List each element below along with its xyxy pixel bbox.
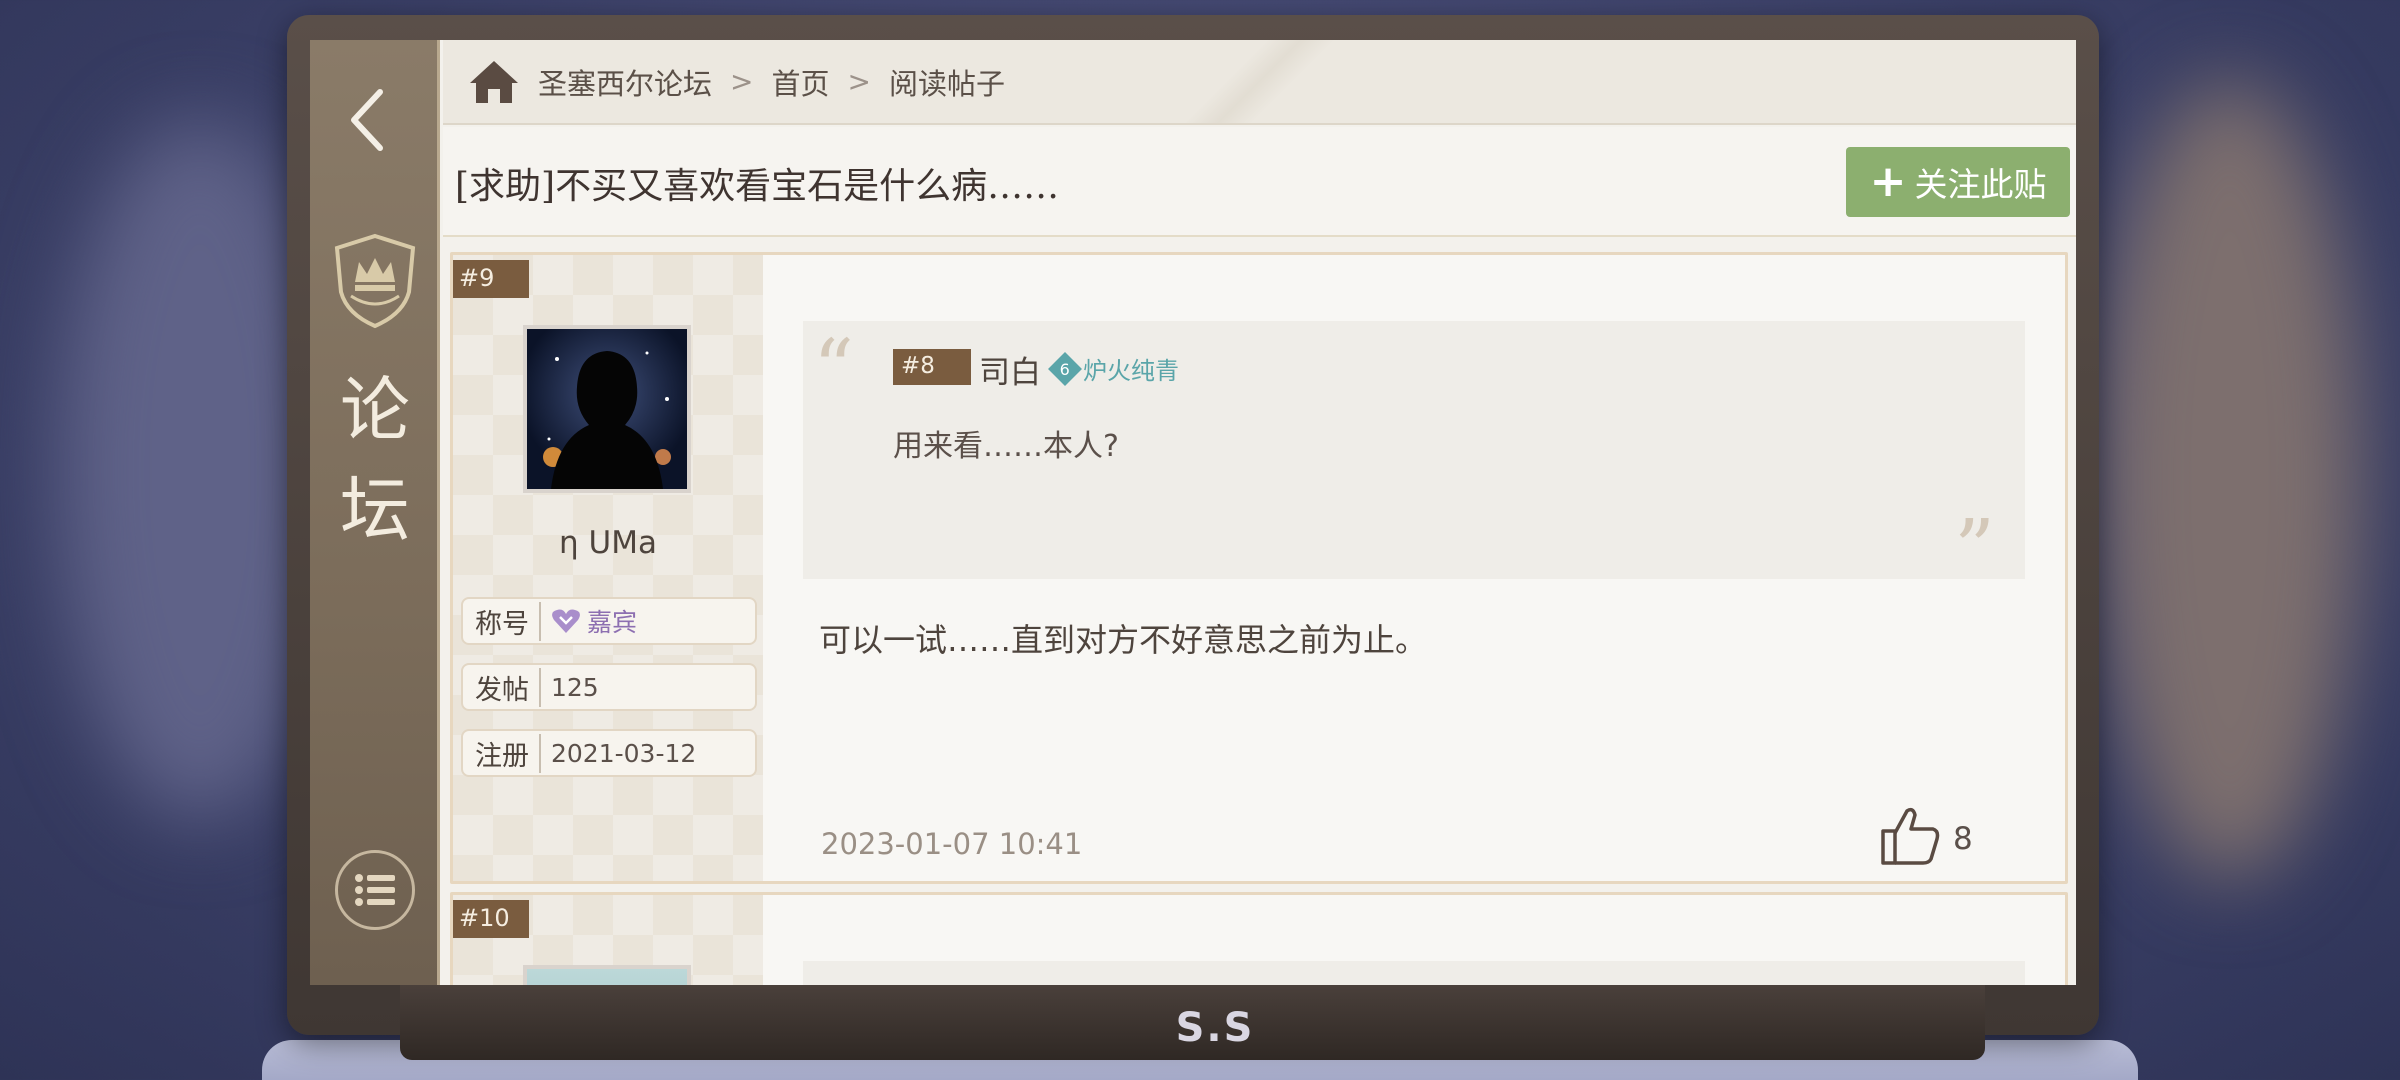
stat-value: 125	[551, 672, 599, 702]
rank-name: 炉火纯青	[1083, 357, 1179, 385]
brand-logo: S.S	[1175, 1005, 1255, 1051]
heart-badge-icon	[552, 609, 580, 633]
breadcrumb-current: 阅读帖子	[888, 66, 1005, 101]
breadcrumb-home[interactable]: 首页	[771, 61, 829, 103]
home-icon[interactable]	[468, 57, 520, 107]
crown-crest-icon	[334, 233, 416, 329]
like-count: 8	[1953, 821, 1973, 857]
quoted-author[interactable]: 司白	[979, 347, 1041, 392]
follow-thread-label: 关注此贴	[1914, 165, 2047, 204]
stat-label: 注册	[475, 733, 541, 773]
avatar-silhouette-icon	[543, 351, 671, 489]
thumbs-up-icon[interactable]	[1877, 803, 1943, 869]
post-content: 可以一试……直到对方不好意思之前为止。	[819, 621, 1428, 659]
avatar[interactable]	[523, 325, 691, 493]
breadcrumb-separator-icon: >	[730, 65, 754, 98]
menu-button[interactable]	[335, 850, 415, 930]
forum-screen: 论 坛 圣塞西尔论坛 > 首页 > 阅读帖子 [求助]不买又喜欢看宝石是什么病……	[310, 40, 2076, 985]
rank-diamond-icon: 6	[1048, 351, 1082, 386]
rail-title: 论 坛	[310, 360, 440, 560]
breadcrumb-forum[interactable]: 圣塞西尔论坛	[538, 61, 712, 103]
follow-thread-button[interactable]: + 关注此贴	[1846, 147, 2070, 217]
post-author-panel: #10	[453, 895, 763, 985]
quoted-author-rank: 6 炉火纯青	[1048, 351, 1179, 386]
quote-close-icon: ”	[1954, 502, 1995, 595]
author-title-row: 称号 嘉宾	[461, 597, 757, 645]
quoted-text: 用来看……本人?	[893, 429, 1119, 464]
breadcrumb-separator-icon: >	[847, 65, 871, 98]
stat-value: 嘉宾	[541, 603, 637, 639]
avatar[interactable]	[523, 965, 691, 985]
quoted-post	[803, 961, 2025, 985]
author-posts-row: 发帖 125	[461, 663, 757, 711]
quoted-post: “ #8 司白 6 炉火纯青 用来看……本人? ”	[803, 321, 2025, 589]
rail-title-char-1: 论	[340, 369, 410, 451]
post-timestamp: 2023-01-07 10:41	[821, 827, 1083, 861]
back-button[interactable]	[340, 80, 400, 160]
chevron-left-icon	[351, 89, 383, 151]
rank-level: 6	[1059, 359, 1071, 378]
author-username[interactable]: η UMa	[453, 525, 763, 561]
post-card: #10	[450, 892, 2068, 985]
post-author-panel: #9 η UMa 称号 嘉宾 发帖 125 注册 2021-03-12	[453, 255, 763, 881]
floor-number: #10	[453, 900, 529, 938]
quote-open-icon: “	[813, 322, 854, 415]
thread-titlebar: [求助]不买又喜欢看宝石是什么病…… + 关注此贴	[443, 127, 2076, 237]
plus-icon: +	[1869, 156, 1907, 207]
author-title-value: 嘉宾	[587, 608, 638, 637]
thread-title: [求助]不买又喜欢看宝石是什么病……	[455, 166, 1060, 207]
post-card: #9 η UMa 称号 嘉宾 发帖 125 注册 2021-03-12 “ #8…	[450, 252, 2068, 884]
list-icon	[355, 874, 395, 906]
stat-label: 称号	[475, 601, 541, 641]
floor-number: #9	[453, 260, 529, 298]
stat-value: 2021-03-12	[551, 738, 697, 768]
author-register-row: 注册 2021-03-12	[461, 729, 757, 777]
background-blur-right	[2100, 80, 2360, 880]
quoted-floor-number: #8	[893, 349, 971, 385]
side-rail: 论 坛	[310, 40, 440, 985]
stat-label: 发帖	[475, 667, 541, 707]
breadcrumb: 圣塞西尔论坛 > 首页 > 阅读帖子	[443, 40, 2076, 125]
rail-title-char-2: 坛	[340, 469, 410, 551]
